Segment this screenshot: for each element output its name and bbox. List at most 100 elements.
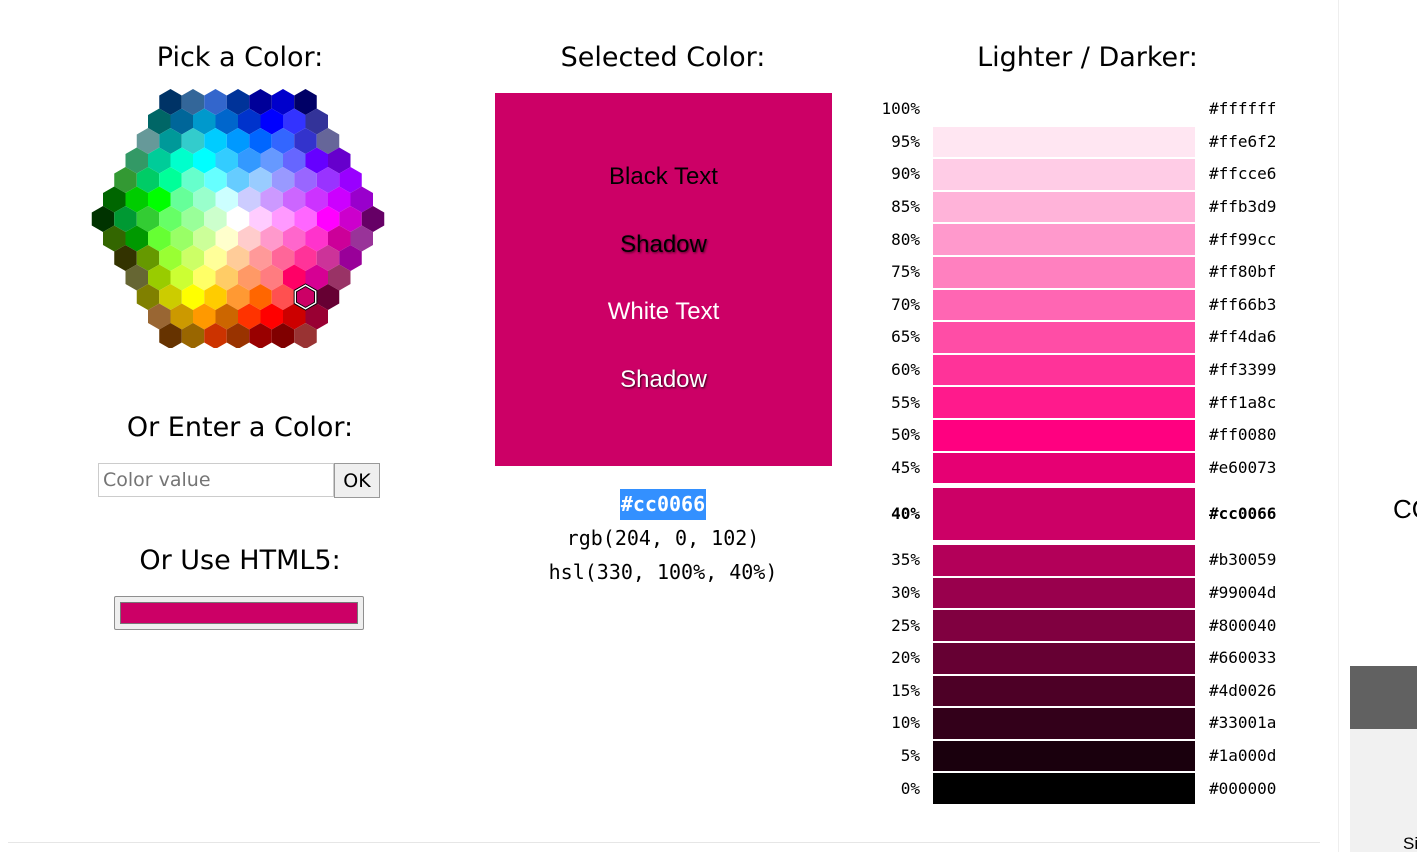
shade-percent: 80% (891, 229, 920, 249)
sidebar-divider (1338, 0, 1339, 852)
shade-hex: #ffffff (1209, 99, 1277, 119)
white-shadow-label: Shadow (620, 366, 707, 393)
color-hexagon-map[interactable] (88, 88, 388, 348)
shade-hex: #ffb3d9 (1209, 197, 1277, 217)
shade-hex: #800040 (1209, 615, 1277, 635)
shade-row[interactable]: 0% #000000 (870, 772, 1290, 805)
bottom-divider (8, 842, 1320, 843)
shade-percent: 100% (881, 99, 920, 119)
shade-row[interactable]: 95% #ffe6f2 (870, 126, 1290, 159)
shade-hex: #000000 (1209, 778, 1277, 798)
shade-percent: 95% (891, 131, 920, 151)
shade-percent: 75% (891, 262, 920, 282)
shade-hex: #1a000d (1209, 746, 1277, 766)
pick-color-title: Pick a Color: (156, 42, 324, 73)
white-text-label: White Text (607, 298, 720, 325)
shade-hex: #e60073 (1209, 457, 1277, 477)
shade-swatch[interactable] (933, 126, 1195, 158)
shade-percent: 10% (891, 713, 920, 733)
black-shadow-label: Shadow (620, 231, 707, 258)
shade-swatch[interactable] (933, 257, 1195, 288)
shade-row[interactable]: 25% #800040 (870, 609, 1290, 642)
shade-percent: 5% (900, 746, 920, 766)
color-value-input[interactable] (98, 463, 334, 497)
sidebar-cut-text: CO (1393, 494, 1417, 524)
shade-hex: #ff0080 (1209, 425, 1277, 445)
shade-row[interactable]: 30% #99004d (870, 577, 1290, 610)
shade-row[interactable]: 20% #660033 (870, 642, 1290, 675)
shade-swatch[interactable] (933, 488, 1195, 541)
html5-title: Or Use HTML5: (139, 545, 341, 576)
shade-row[interactable]: 55% #ff1a8c (870, 386, 1290, 419)
selected-hex-value[interactable]: #cc0066 (620, 489, 706, 520)
shade-percent: 25% (891, 615, 920, 635)
shade-swatch[interactable] (933, 610, 1195, 641)
shade-hex: #ffe6f2 (1209, 131, 1277, 151)
shade-hex: #33001a (1209, 713, 1277, 733)
shade-swatch[interactable] (933, 94, 1195, 125)
shade-percent: 85% (891, 197, 920, 217)
sidebar-panel-text: Si (1403, 834, 1417, 853)
shade-percent: 50% (891, 425, 920, 445)
shade-swatch[interactable] (933, 159, 1195, 190)
shade-row[interactable]: 75% #ff80bf (870, 256, 1290, 289)
shade-swatch[interactable] (933, 322, 1195, 353)
shade-swatch[interactable] (933, 420, 1195, 451)
shade-percent: 45% (891, 457, 920, 477)
shade-swatch[interactable] (933, 224, 1195, 255)
shade-row[interactable]: 50% #ff0080 (870, 419, 1290, 452)
shade-swatch[interactable] (933, 354, 1195, 386)
shade-percent: 15% (891, 680, 920, 700)
shade-swatch[interactable] (933, 191, 1195, 223)
shade-row[interactable]: 90% #ffcce6 (870, 158, 1290, 191)
shade-row[interactable]: 45% #e60073 (870, 452, 1290, 485)
shade-hex: #660033 (1209, 648, 1277, 668)
shade-row[interactable]: 5% #1a000d (870, 740, 1290, 773)
ok-button[interactable]: OK (334, 463, 380, 498)
shade-swatch[interactable] (933, 675, 1195, 707)
shade-hex: #ff66b3 (1209, 294, 1277, 314)
shade-swatch[interactable] (933, 577, 1195, 609)
shade-row[interactable]: 100% #ffffff (870, 93, 1290, 126)
shade-hex: #ff1a8c (1209, 392, 1277, 412)
shade-percent: 40% (891, 504, 920, 524)
shade-swatch[interactable] (933, 452, 1195, 484)
shade-swatch[interactable] (933, 708, 1195, 739)
shade-swatch[interactable] (933, 643, 1195, 674)
shade-row[interactable]: 70% #ff66b3 (870, 289, 1290, 322)
black-text-label: Black Text (609, 163, 718, 190)
html5-color-swatch (120, 602, 358, 624)
shade-hex: #ff4da6 (1209, 327, 1277, 347)
shade-row[interactable]: 35% #b30059 (870, 544, 1290, 577)
shade-hex: #ff3399 (1209, 360, 1277, 380)
shade-percent: 55% (891, 392, 920, 412)
lighter-darker-title: Lighter / Darker: (977, 42, 1198, 73)
shade-row[interactable]: 40% #cc0066 (870, 484, 1290, 544)
selected-color-preview: Black Text Shadow White Text Shadow (495, 93, 832, 466)
shade-swatch[interactable] (933, 740, 1195, 772)
shade-percent: 35% (891, 550, 920, 570)
shade-swatch[interactable] (933, 545, 1195, 576)
shade-percent: 60% (891, 360, 920, 380)
shade-row[interactable]: 60% #ff3399 (870, 354, 1290, 387)
enter-color-title: Or Enter a Color: (126, 412, 354, 443)
shade-percent: 65% (891, 327, 920, 347)
shade-row[interactable]: 15% #4d0026 (870, 675, 1290, 708)
shade-swatch[interactable] (933, 387, 1195, 418)
html5-color-picker[interactable] (114, 596, 364, 630)
shade-swatch[interactable] (933, 289, 1195, 321)
shade-hex: #4d0026 (1209, 680, 1277, 700)
sidebar-panel-header (1350, 666, 1417, 729)
shade-row[interactable]: 65% #ff4da6 (870, 321, 1290, 354)
shade-percent: 90% (891, 164, 920, 184)
shade-row[interactable]: 10% #33001a (870, 707, 1290, 740)
shade-percent: 70% (891, 294, 920, 314)
shade-percent: 20% (891, 648, 920, 668)
selected-color-title: Selected Color: (560, 42, 766, 73)
shade-row[interactable]: 80% #ff99cc (870, 223, 1290, 256)
shade-row[interactable]: 85% #ffb3d9 (870, 191, 1290, 224)
selected-hsl-value: hsl(330, 100%, 40%) (548, 560, 778, 584)
shade-swatch[interactable] (933, 773, 1195, 804)
shade-hex: #ff80bf (1209, 262, 1277, 282)
shade-percent: 30% (891, 583, 920, 603)
